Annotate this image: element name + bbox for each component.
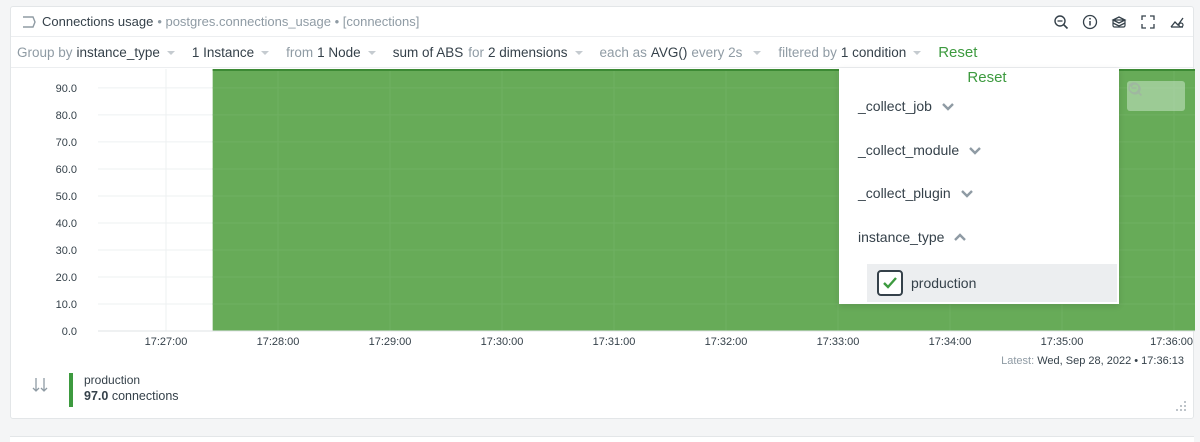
chart-context: • postgres.connections_usage • [connecti… [157,14,420,29]
fullscreen-icon[interactable] [1138,12,1158,32]
checkbox[interactable] [877,270,903,296]
chevron-down-icon [960,190,973,198]
chevron-down-icon [261,50,270,55]
chart-status-icon [21,14,37,30]
x-tick-label: 17:31:00 [593,336,636,348]
nodes-select[interactable]: from 1 Node [286,45,377,60]
x-tick-label: 17:34:00 [929,336,972,348]
reset-button[interactable]: Reset [938,44,977,61]
x-tick-label: 17:28:00 [257,336,300,348]
latest-timestamp: Latest: Wed, Sep 28, 2022 • 17:36:13 [1001,355,1184,367]
chevron-down-icon [166,50,175,55]
chevron-down-icon [574,50,583,55]
sort-legend-icon[interactable] [32,376,48,394]
dropdown-item-instance-type[interactable]: instance_type [858,229,967,245]
instances-select[interactable]: 1 Instance [192,45,270,60]
x-tick-label: 17:36:00 [1150,336,1193,348]
chart-zoom-controls [1127,81,1185,111]
option-production[interactable]: production [867,264,1117,302]
zoom-icon[interactable] [1051,12,1071,32]
y-tick-label: 50.0 [56,191,77,203]
header-actions [1051,12,1187,32]
legend-item-production[interactable]: production 97.0 connections [69,373,179,407]
option-label: production [911,275,977,291]
y-tick-label: 0.0 [62,326,77,338]
x-tick-label: 17:27:00 [145,336,188,348]
legend-series-name: production [84,373,141,387]
y-tick-label: 60.0 [56,164,77,176]
legend-series-value: 97.0 connections [84,389,179,403]
chevron-down-icon [367,50,376,55]
y-tick-label: 10.0 [56,299,77,311]
y-tick-label: 40.0 [56,218,77,230]
y-tick-label: 20.0 [56,272,77,284]
chevron-down-icon [969,147,982,155]
dropdown-item-collect-plugin[interactable]: _collect_plugin [858,185,973,201]
checkmark-icon [883,277,897,289]
y-tick-label: 30.0 [56,245,77,257]
chart-card: Connections usage • postgres.connections… [10,6,1195,419]
dropdown-item-collect-module[interactable]: _collect_module [858,142,982,158]
filter-select[interactable]: filtered by 1 condition [778,45,922,60]
y-tick-label: 80.0 [56,110,77,122]
dropdown-item-collect-job[interactable]: _collect_job [858,98,954,114]
group-by-select[interactable]: Group by instance_type [17,45,176,60]
layers-icon[interactable] [1109,12,1129,32]
reset-zoom-icon[interactable] [1127,81,1143,97]
chevron-down-icon [913,50,922,55]
y-tick-label: 70.0 [56,137,77,149]
info-icon[interactable] [1080,12,1100,32]
chart-type-icon[interactable] [1167,12,1187,32]
resize-handle-icon[interactable] [1175,400,1187,412]
query-toolbar: Group by instance_type 1 Instance from 1… [11,38,1193,68]
x-tick-label: 17:35:00 [1041,336,1084,348]
next-card-edge [10,436,1194,442]
y-tick-label: 90.0 [56,83,77,95]
x-tick-label: 17:30:00 [481,336,524,348]
chart-title: Connections usage [42,14,154,29]
chevron-down-icon [942,103,954,111]
chevron-up-icon [954,233,967,241]
x-tick-label: 17:32:00 [705,336,748,348]
chart-header: Connections usage • postgres.connections… [11,7,1193,37]
x-tick-label: 17:33:00 [817,336,860,348]
dropdown-reset-button[interactable]: Reset [957,68,1017,88]
group-by-dropdown: Reset _collect_job _collect_module _coll… [839,68,1119,304]
chevron-down-icon [753,50,762,55]
x-tick-label: 17:29:00 [369,336,412,348]
dimensions-select[interactable]: sum of ABS for 2 dimensions [393,45,584,60]
aggregation-select[interactable]: each as AVG() every 2s [600,45,763,60]
